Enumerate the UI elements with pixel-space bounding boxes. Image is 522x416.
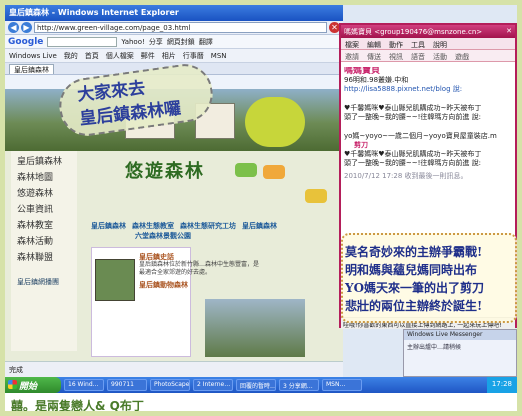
msn-line[interactable]: http://lisa5888.pixnet.net/blog 說: <box>344 85 512 94</box>
msn-menu-bar: 檔案 編輯 動作 工具 說明 <box>341 38 515 50</box>
ie-title-bar: 皇后鎮森林 - Windows Internet Explorer <box>5 5 343 21</box>
msn-line: 2010/7/12 17:28 收到最後一則訊息。 <box>344 172 468 180</box>
msn-menu-tools[interactable]: 工具 <box>411 40 425 49</box>
ie-status-bar: 完成 <box>5 361 343 377</box>
google-toolbar: Google Yahoo! 分享 網頁封鎖 翻譯 <box>5 35 343 49</box>
caption-line: 莫名奇妙來的主辦爭霸戰! <box>345 245 483 259</box>
nav-item-events[interactable]: 森林活動 <box>17 234 77 247</box>
link-home[interactable]: 首頁 <box>85 51 99 61</box>
ie-window: 皇后鎮森林 - Windows Internet Explorer ◀ ▶ ht… <box>5 5 343 377</box>
popup-title: Windows Live Messenger <box>404 330 516 340</box>
taskbar-item[interactable]: PhotoScape <box>150 379 190 391</box>
link-profile[interactable]: 個人檔案 <box>106 51 134 61</box>
screenshot: 皇后鎮森林 - Windows Internet Explorer ◀ ▶ ht… <box>5 5 517 393</box>
info-heading-2: 皇后鎮動物森林 <box>139 281 188 289</box>
bus-icon <box>305 189 327 203</box>
back-icon[interactable]: ◀ <box>8 22 19 33</box>
toolbar-item-share[interactable]: 分享 <box>149 37 163 47</box>
link-mine[interactable]: 我的 <box>64 51 78 61</box>
msn-activity[interactable]: 活動 <box>433 52 447 61</box>
page-menu: 皇后鎮森林 森林生態教室 森林生態研究工坊 皇后鎮森林 <box>91 221 343 231</box>
google-search-input[interactable] <box>47 36 118 47</box>
taskbar-item[interactable]: 990711 <box>107 379 147 391</box>
web-content: 皇后鎮森林 森林地圖 悠遊森林 公車資訊 森林教室 森林活動 森林聯盟 皇后鎮網… <box>5 89 343 361</box>
nav-item-class[interactable]: 森林教室 <box>17 218 77 231</box>
caption-line: YO媽天來一筆的出了剪刀 <box>345 281 485 295</box>
start-label: 開始 <box>19 382 38 392</box>
msn-invite[interactable]: 邀請 <box>345 52 359 61</box>
left-nav: 皇后鎮森林 森林地圖 悠遊森林 公車資訊 森林教室 森林活動 森林聯盟 皇后鎮網… <box>11 151 77 351</box>
page-title: 悠遊森林 <box>125 161 205 182</box>
nav-item-home[interactable]: 皇后鎮森林 <box>17 154 77 167</box>
start-button[interactable]: 開始 <box>5 377 61 393</box>
close-icon[interactable]: ✕ <box>506 27 512 36</box>
forward-icon[interactable]: ▶ <box>21 22 32 33</box>
link-windows-live[interactable]: Windows Live <box>9 52 57 60</box>
bus-icon <box>235 163 257 177</box>
msn-video[interactable]: 視訊 <box>389 52 403 61</box>
menu-item[interactable]: 六堂森林景觀公園 <box>135 231 191 241</box>
nav-item-tour[interactable]: 悠遊森林 <box>17 186 77 199</box>
bottom-caption: 囍。是兩隻戀人& Q布丁 <box>11 399 144 413</box>
info-heading: 皇后鎮史話 <box>139 253 174 261</box>
msn-line: yo媽~yoyo~一歲二個月~yoyo寶貝屋童裝店.m <box>344 132 497 140</box>
popup-text: 主辦出爐中…請稍候 <box>407 344 462 351</box>
msn-send[interactable]: 傳送 <box>367 52 381 61</box>
menu-item[interactable]: 森林生態研究工坊 <box>180 221 236 231</box>
caption-line: 明和媽與蘊兒媽同時出布 <box>345 263 478 277</box>
msn-line: ♥千馨媽咪♥泰山縣兒肌購成功~昨天被布丁 <box>344 104 482 112</box>
msn-menu-edit[interactable]: 編輯 <box>367 40 381 49</box>
messenger-popup[interactable]: Windows Live Messenger 主辦出爐中…請稍候 <box>403 329 517 377</box>
menu-item[interactable]: 皇后鎮森林 <box>91 221 126 231</box>
msn-toolbar: 邀請 傳送 視訊 語音 活動 遊戲 <box>341 50 515 62</box>
ie-address-bar: ◀ ▶ http://www.green-village.com/page_03… <box>5 21 343 35</box>
link-mail[interactable]: 郵件 <box>141 51 155 61</box>
nav-item-bus[interactable]: 公車資訊 <box>17 202 77 215</box>
msn-title: 嗎媽寶貝 <group190476@msnzone.cn> <box>344 28 483 36</box>
address-field[interactable]: http://www.green-village.com/page_03.htm… <box>34 22 327 33</box>
windows-live-bar: Windows Live 我的 首頁 個人檔案 郵件 相片 行事曆 MSN <box>5 49 343 63</box>
google-logo: Google <box>8 36 44 47</box>
toolbar-item-translate[interactable]: 翻譯 <box>199 37 213 47</box>
link-calendar[interactable]: 行事曆 <box>183 51 204 61</box>
photo-frame: 皇后鎮森林 - Windows Internet Explorer ◀ ▶ ht… <box>0 0 522 416</box>
forest-photo <box>205 299 305 357</box>
msn-line: 頭了一整晚~我的腰~~!往韓瑪方向前進 說: <box>344 113 481 121</box>
msn-line: 96明和.98叢嫌.中和 <box>344 76 409 84</box>
caption-line: 悲壯的兩位主辦終於誕生! <box>345 299 483 313</box>
windows-logo-icon <box>8 380 17 389</box>
link-photos[interactable]: 相片 <box>162 51 176 61</box>
toolbar-item-block[interactable]: 網頁封鎖 <box>167 37 195 47</box>
taskbar-item[interactable]: 3 分享網… <box>279 379 319 391</box>
info-photo <box>95 259 135 301</box>
msn-voice[interactable]: 語音 <box>411 52 425 61</box>
info-text: 皇后鎮史話 皇后鎮森林位於新竹縣…森林中生態豐富，是最適合全家郊遊的好去處。 皇… <box>139 253 259 289</box>
nav-item-map[interactable]: 森林地圖 <box>17 170 77 183</box>
nav-item-league[interactable]: 森林聯盟 <box>17 250 77 263</box>
msn-line: 剪刀 <box>354 141 368 149</box>
msn-menu-file[interactable]: 檔案 <box>345 40 359 49</box>
taskbar-item[interactable]: MSN… <box>322 379 362 391</box>
taskbar-item[interactable]: 2 Interne… <box>193 379 233 391</box>
menu-item[interactable]: 皇后鎮森林 <box>242 221 277 231</box>
msn-line: 頭了一整晚~我的腰~~!往韓瑪方向前進 說: <box>344 159 481 167</box>
link-msn[interactable]: MSN <box>211 52 227 60</box>
toolbar-item-yahoo[interactable]: Yahoo! <box>121 38 144 46</box>
taskbar-item[interactable]: 16 Wind… <box>64 379 104 391</box>
taskbar-item[interactable]: 回覆的暫時… <box>236 379 276 391</box>
info-body: 皇后鎮森林位於新竹縣…森林中生態豐富，是最適合全家郊遊的好去處。 <box>139 261 260 276</box>
msn-games[interactable]: 遊戲 <box>455 52 469 61</box>
msn-line: 嗎媽寶貝 <box>344 67 381 76</box>
msn-title-bar: 嗎媽寶貝 <group190476@msnzone.cn> ✕ <box>341 25 515 38</box>
tree-shape <box>245 97 305 147</box>
nav-item-stream[interactable]: 皇后鎮網播團 <box>17 277 77 287</box>
bus-icon <box>263 165 285 179</box>
msn-menu-help[interactable]: 說明 <box>433 40 447 49</box>
system-clock: 17:28 <box>486 377 517 393</box>
menu-item[interactable]: 森林生態教室 <box>132 221 174 231</box>
msn-menu-action[interactable]: 動作 <box>389 40 403 49</box>
taskbar: 開始 16 Wind… 990711 PhotoScape 2 Interne…… <box>5 377 517 393</box>
msn-line: ♥千馨媽咪♥泰山縣兒肌購成功~昨天被布丁 <box>344 150 482 158</box>
tab-forest[interactable]: 皇后鎮森林 <box>9 64 54 74</box>
